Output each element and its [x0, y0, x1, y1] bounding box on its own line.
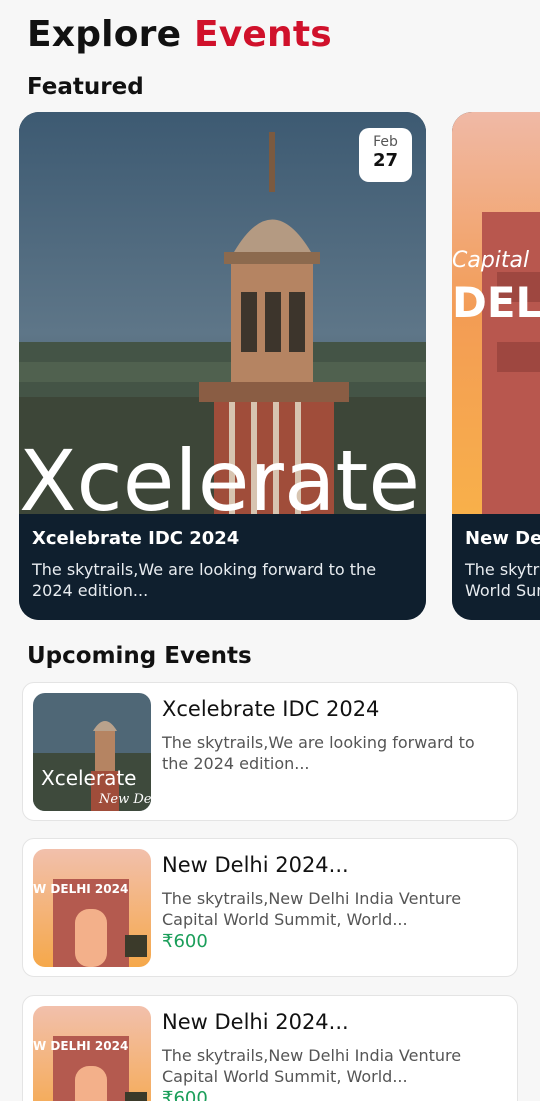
- featured-card-image: Capital DELHI: [452, 112, 540, 514]
- event-thumbnail: W DELHI 2024: [33, 1006, 151, 1101]
- event-description: The skytrails,New Delhi India Venture Ca…: [162, 1046, 462, 1086]
- featured-card-art-big-text: DELHI: [452, 278, 540, 327]
- page-title-accent: Events: [193, 14, 332, 55]
- featured-card-description: The skytrails,We are looking forward to …: [32, 560, 377, 600]
- upcoming-section-title: Upcoming Events: [27, 643, 252, 669]
- date-badge-month: Feb: [373, 134, 398, 150]
- event-price: ₹600: [162, 931, 208, 952]
- event-price: ₹600: [162, 1088, 208, 1101]
- event-thumbnail-text: Xcelerate: [41, 766, 137, 790]
- featured-card-title: New Delhi 2024...: [465, 528, 540, 549]
- featured-card-art-text: Xcelerate: [19, 432, 420, 514]
- event-title: New Delhi 2024...: [162, 1010, 349, 1034]
- featured-section-title: Featured: [27, 74, 144, 100]
- event-card[interactable]: W DELHI 2024 New Delhi 2024... The skytr…: [22, 838, 518, 977]
- featured-card-art-small-text: Capital: [452, 248, 529, 273]
- featured-card-info: Xcelebrate IDC 2024 The skytrails,We are…: [19, 514, 426, 620]
- featured-card-description: The skytrails,New Delhi India Venture Ca…: [465, 560, 540, 600]
- featured-card[interactable]: Xcelerate Feb 27 Xcelebrate IDC 2024 The…: [19, 112, 426, 620]
- event-thumbnail-text: W DELHI 2024: [33, 882, 128, 896]
- featured-card[interactable]: Capital DELHI New Delhi 2024... The skyt…: [452, 112, 540, 620]
- event-title: New Delhi 2024...: [162, 853, 349, 877]
- date-badge: Feb 27: [359, 128, 412, 182]
- event-title: Xcelebrate IDC 2024: [162, 697, 380, 721]
- featured-carousel[interactable]: Xcelerate Feb 27 Xcelebrate IDC 2024 The…: [0, 112, 540, 622]
- page-title: Explore Events: [27, 14, 332, 55]
- featured-card-info: New Delhi 2024... The skytrails,New Delh…: [452, 514, 540, 620]
- event-card[interactable]: Xcelerate New Delhi Xcelebrate IDC 2024 …: [22, 682, 518, 821]
- event-card[interactable]: W DELHI 2024 New Delhi 2024... The skytr…: [22, 995, 518, 1101]
- event-thumbnail-subtext: New Delhi: [98, 792, 151, 807]
- event-thumbnail: W DELHI 2024: [33, 849, 151, 967]
- event-thumbnail: Xcelerate New Delhi: [33, 693, 151, 811]
- date-badge-day: 27: [372, 150, 399, 171]
- featured-card-title: Xcelebrate IDC 2024: [32, 528, 240, 549]
- event-thumbnail-text: W DELHI 2024: [33, 1039, 128, 1053]
- event-description: The skytrails,We are looking forward to …: [162, 733, 475, 773]
- event-description: The skytrails,New Delhi India Venture Ca…: [162, 889, 462, 929]
- page-title-main: Explore: [27, 14, 182, 55]
